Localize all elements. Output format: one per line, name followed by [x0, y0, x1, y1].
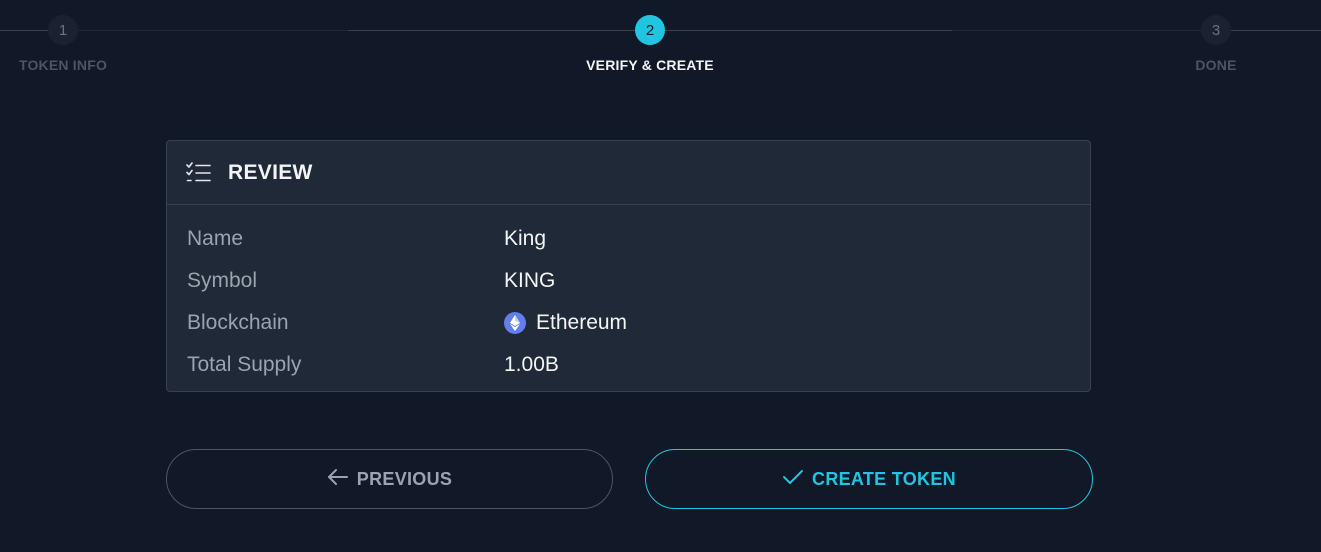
review-label: Symbol [187, 269, 258, 292]
ethereum-icon [504, 312, 526, 334]
step-number: 2 [635, 15, 665, 45]
step-number: 3 [1201, 15, 1231, 45]
review-value: King [504, 227, 546, 251]
step-token-info[interactable]: 1 TOKEN INFO [0, 15, 153, 73]
create-token-button-label: CREATE TOKEN [812, 468, 956, 489]
token-name-value: King [504, 227, 547, 250]
review-value: 1.00B [504, 353, 559, 377]
blockchain-value: Ethereum [536, 311, 628, 334]
review-card: REVIEW Name King Symbol KING Blockchain [166, 140, 1091, 392]
step-verify-create: 2 VERIFY & CREATE [560, 15, 740, 73]
review-title: REVIEW [228, 160, 313, 184]
checklist-icon [186, 161, 212, 184]
previous-button-label: PREVIOUS [356, 468, 453, 489]
step-number: 1 [48, 15, 78, 45]
review-label: Name [187, 227, 244, 250]
total-supply-value: 1.00B [504, 353, 559, 376]
step-label: TOKEN INFO [18, 57, 108, 73]
token-symbol-value: KING [504, 269, 556, 292]
review-label: Total Supply [187, 353, 302, 376]
review-card-header: REVIEW [167, 141, 1090, 205]
step-done: 3 DONE [1126, 15, 1306, 73]
review-row-total-supply: Total Supply 1.00B [167, 344, 1090, 386]
review-row-blockchain: Blockchain Ethereum [167, 302, 1090, 344]
review-label: Blockchain [187, 311, 289, 334]
previous-button[interactable]: PREVIOUS [166, 449, 613, 509]
review-row-symbol: Symbol KING [167, 260, 1090, 302]
check-icon [782, 468, 812, 491]
review-row-name: Name King [167, 218, 1090, 260]
create-token-page: 1 TOKEN INFO 2 VERIFY & CREATE 3 DONE RE… [0, 0, 1321, 552]
review-value: Ethereum [504, 311, 627, 335]
step-label: DONE [1195, 57, 1237, 73]
review-list: Name King Symbol KING Blockchain Ethereu… [167, 205, 1090, 386]
arrow-left-icon [327, 468, 357, 491]
create-token-button[interactable]: CREATE TOKEN [645, 449, 1093, 509]
step-label: VERIFY & CREATE [586, 57, 714, 73]
review-value: KING [504, 269, 555, 293]
